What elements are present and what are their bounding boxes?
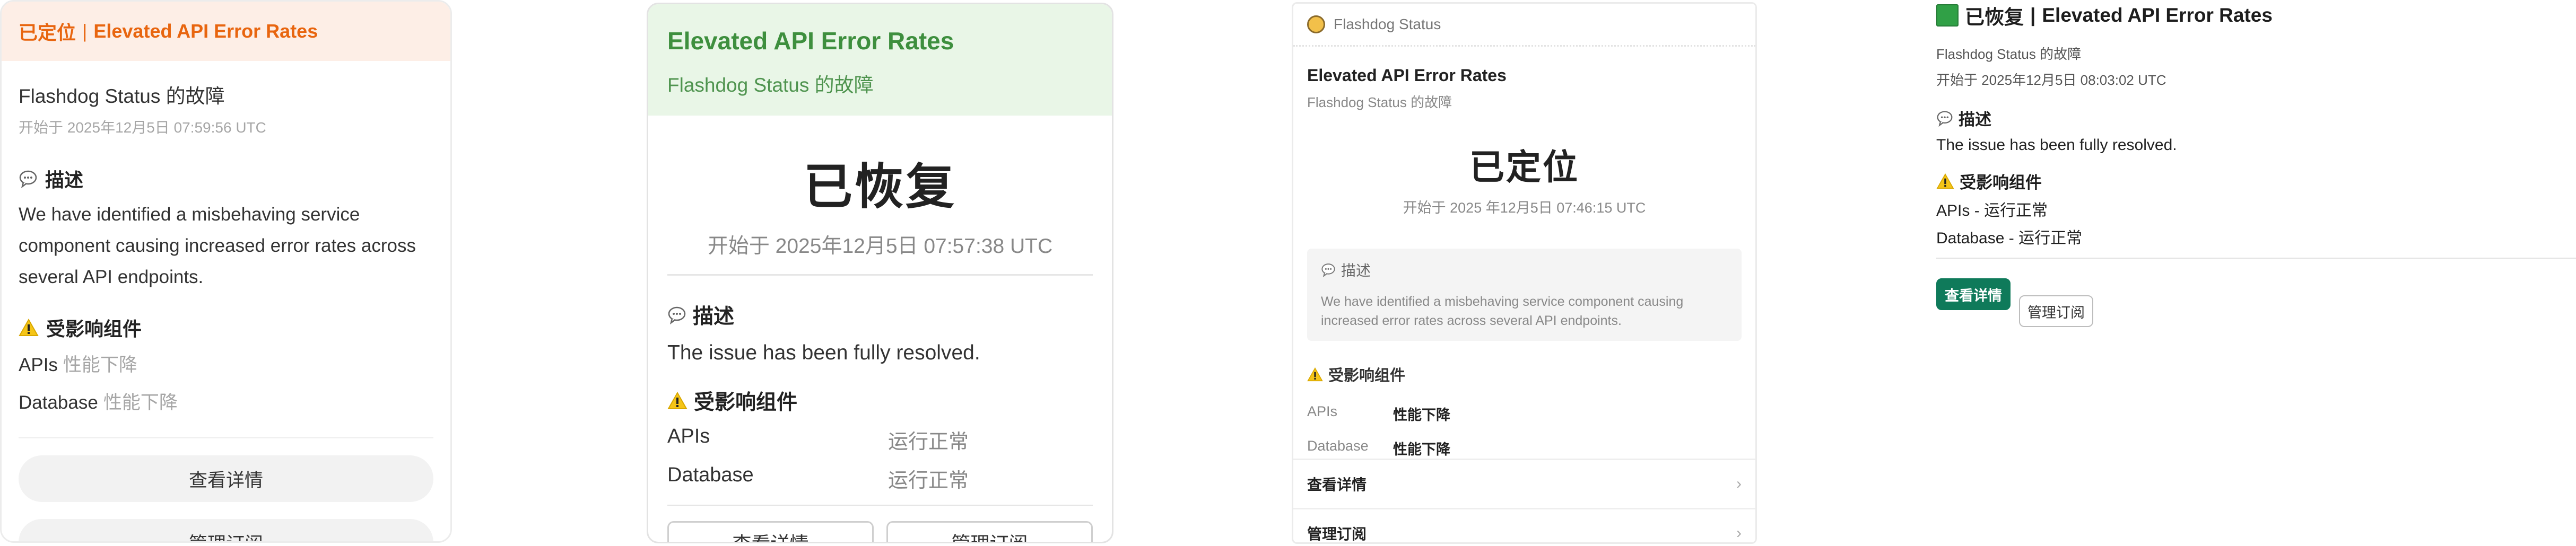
message-title: 已恢复 | Elevated API Error Rates: [1936, 1, 2576, 30]
app-logo-icon: [1307, 15, 1325, 33]
description-heading: 描述: [1321, 259, 1728, 280]
description-heading: 描述: [1936, 106, 2576, 130]
manage-subscription-button[interactable]: 管理订阅: [19, 519, 433, 541]
incident-source: Flashdog Status 的故障: [1307, 94, 1452, 110]
manage-subscription-button[interactable]: 管理订阅: [886, 521, 1093, 542]
warning-icon: [19, 319, 39, 337]
view-details-button[interactable]: 查看详情: [1936, 278, 2011, 310]
component-row: APIs 运行正常: [667, 425, 1093, 454]
incident-card-located-compact: Flashdog Status Elevated API Error Rates…: [1292, 2, 1757, 544]
status-label: 已恢复: [1965, 6, 2024, 28]
description-heading: 描述: [19, 165, 433, 192]
component-status: 性能下降: [1393, 442, 1450, 457]
component-status: 性能下降: [63, 355, 137, 375]
components-heading: 受影响组件: [19, 314, 433, 341]
description-box: 描述 We have identified a misbehaving serv…: [1307, 249, 1742, 341]
description-heading: 描述: [667, 300, 1093, 330]
status-label: 已定位: [19, 22, 76, 43]
started-time: 开始于 2025 年12月5日 07:46:15 UTC: [1403, 200, 1646, 216]
started-time: 开始于 2025年12月5日 07:57:38 UTC: [707, 235, 1053, 258]
status-label: 已定位: [1469, 147, 1579, 187]
speech-bubble-icon: [667, 305, 686, 324]
components-heading: 受影响组件: [1307, 363, 1742, 385]
incident-source: Flashdog Status 的故障: [19, 85, 225, 107]
incident-message-resolved: 已恢复 | Elevated API Error Rates Flashdog …: [1936, 0, 2576, 546]
status-label: 已恢复: [803, 160, 956, 214]
divider: [1936, 258, 2576, 259]
component-status: 性能下降: [1393, 407, 1450, 423]
speech-bubble-icon: [1936, 110, 1953, 127]
description-text: The issue has been fully resolved.: [667, 341, 980, 364]
component-name: Database: [1307, 438, 1369, 454]
app-header: Flashdog Status: [1293, 4, 1755, 47]
component-row: Database 性能下降: [1307, 438, 1742, 459]
divider: [667, 274, 1093, 276]
view-details-button[interactable]: 查看详情: [667, 521, 874, 542]
component-row: APIs 性能下降: [19, 350, 433, 377]
component-name: APIs: [1936, 202, 1970, 219]
incident-title: Elevated API Error Rates: [1307, 66, 1507, 85]
component-status: 性能下降: [103, 392, 178, 413]
incident-title: Elevated API Error Rates: [667, 27, 954, 55]
component-separator: -: [2008, 230, 2014, 247]
component-name: Database: [667, 464, 754, 486]
view-details-link[interactable]: 查看详情 ›: [1293, 459, 1755, 508]
incident-title: Elevated API Error Rates: [93, 20, 318, 42]
incident-card-resolved-green: Elevated API Error Rates Flashdog Status…: [647, 3, 1113, 543]
started-time: 开始于 2025年12月5日 08:03:02 UTC: [1936, 72, 2166, 88]
description-text: The issue has been fully resolved.: [1936, 136, 2177, 154]
divider: [667, 505, 1093, 506]
divider: [19, 437, 433, 438]
component-name: APIs: [1307, 403, 1338, 419]
card-header: Elevated API Error Rates Flashdog Status…: [648, 4, 1112, 116]
started-time: 开始于 2025年12月5日 07:59:56 UTC: [19, 119, 266, 136]
app-name: Flashdog Status: [1334, 16, 1441, 32]
speech-bubble-icon: [19, 169, 38, 188]
manage-subscription-button[interactable]: 管理订阅: [2019, 295, 2093, 327]
warning-icon: [1936, 173, 1954, 189]
card-header: 已定位 | Elevated API Error Rates: [2, 2, 450, 61]
component-name: Database: [1936, 230, 2005, 247]
component-row: Database 运行正常: [667, 464, 1093, 493]
components-heading: 受影响组件: [1936, 169, 2576, 193]
component-status: 运行正常: [888, 470, 969, 492]
chevron-right-icon: ›: [1736, 475, 1742, 492]
green-square-icon: [1936, 4, 1959, 27]
component-name: APIs: [19, 355, 58, 375]
view-details-button[interactable]: 查看详情: [19, 455, 433, 502]
speech-bubble-icon: [1321, 262, 1336, 277]
title-separator: |: [2030, 4, 2036, 26]
chevron-right-icon: ›: [1736, 524, 1742, 542]
component-row: Database 性能下降: [19, 388, 433, 415]
incident-source: Flashdog Status 的故障: [667, 74, 874, 96]
component-name: Database: [19, 392, 98, 413]
incident-source: Flashdog Status 的故障: [1936, 46, 2082, 62]
incident-title: Elevated API Error Rates: [2042, 4, 2273, 26]
components-heading: 受影响组件: [667, 386, 1093, 416]
component-row: Database - 运行正常: [1936, 225, 2576, 248]
warning-icon: [1307, 367, 1323, 382]
warning-icon: [667, 392, 687, 410]
incident-card-located-orange: 已定位 | Elevated API Error Rates Flashdog …: [0, 0, 452, 543]
component-status: 运行正常: [1984, 202, 2048, 219]
manage-subscription-link[interactable]: 管理订阅 ›: [1293, 508, 1755, 542]
component-row: APIs - 运行正常: [1936, 197, 2576, 221]
component-row: APIs 性能下降: [1307, 403, 1742, 424]
title-separator: |: [82, 20, 88, 42]
component-status: 运行正常: [2018, 230, 2083, 247]
description-text: We have identified a misbehaving service…: [1321, 294, 1684, 328]
component-name: APIs: [667, 425, 710, 447]
component-separator: -: [1974, 202, 1980, 219]
component-status: 运行正常: [888, 431, 969, 453]
description-text: We have identified a misbehaving service…: [19, 204, 416, 287]
